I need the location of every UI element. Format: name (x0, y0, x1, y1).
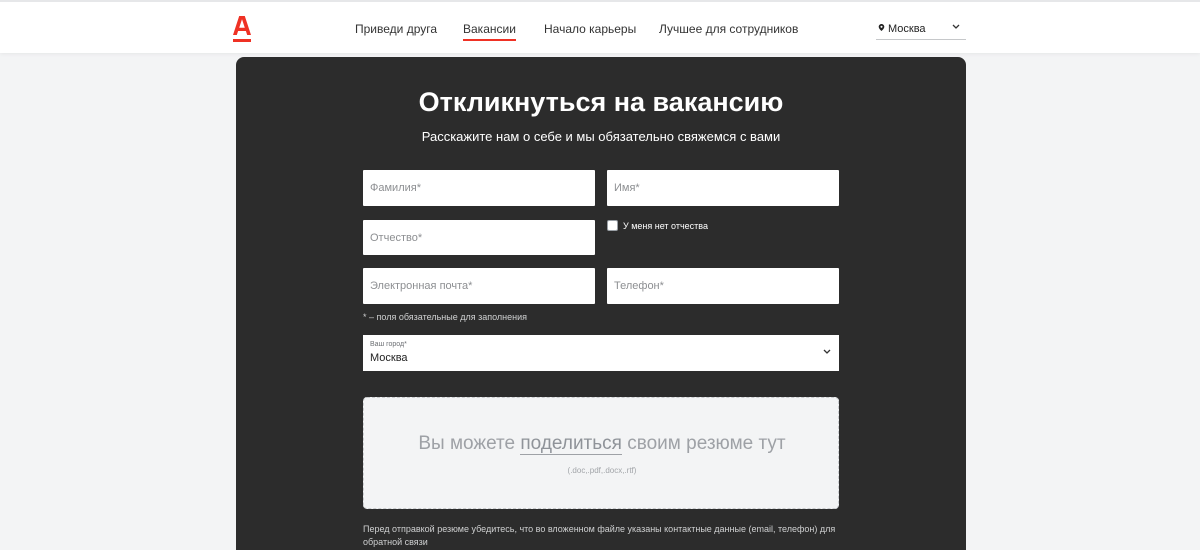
form-title: Откликнуться на вакансию (418, 87, 784, 117)
city-dropdown-caption: Ваш город* (370, 341, 407, 348)
header-city-label: Москва (888, 23, 926, 35)
nav-refer-friend[interactable]: Приведи друга (355, 22, 437, 36)
nav-vacancies[interactable]: Вакансии (463, 22, 516, 41)
middle-name-field[interactable] (363, 220, 595, 255)
resume-dropzone-text: Вы можете поделиться своим резюме тут (364, 433, 840, 455)
checkbox-box[interactable] (607, 220, 618, 231)
email-field[interactable] (363, 268, 595, 304)
resume-share-link[interactable]: поделиться (520, 433, 622, 455)
alfa-logo[interactable] (233, 16, 251, 42)
last-name-field[interactable] (363, 170, 595, 206)
location-pin-icon (878, 24, 885, 31)
nav-best-for-employees[interactable]: Лучшее для сотрудников (659, 22, 798, 36)
resume-formats-hint: (.doc,.pdf,.docx,.rtf) (567, 466, 637, 475)
resume-text-after: своим резюме тут (621, 433, 786, 454)
phone-field[interactable] (607, 268, 839, 304)
resume-dropzone[interactable]: Вы можете поделиться своим резюме тут (.… (363, 397, 839, 509)
city-dropdown[interactable]: Ваш город* Москва (363, 335, 839, 371)
chevron-down-icon (823, 349, 831, 354)
application-form-panel: Откликнуться на вакансию Расскажите нам … (236, 57, 966, 550)
city-dropdown-value: Москва (370, 352, 408, 364)
resume-text-before: Вы можете (418, 433, 521, 454)
header-city-select[interactable]: Москва (876, 16, 966, 40)
form-subtitle: Расскажите нам о себе и мы обязательно с… (421, 129, 781, 144)
resume-contact-note: Перед отправкой резюме убедитесь, что во… (363, 524, 836, 547)
nav-career-start[interactable]: Начало карьеры (544, 22, 636, 36)
first-name-field[interactable] (607, 170, 839, 206)
logo-underline (233, 39, 251, 42)
no-middle-name-label: У меня нет отчества (623, 221, 708, 231)
alfa-logo-icon (233, 16, 251, 35)
chevron-down-icon (952, 24, 960, 29)
site-header: Приведи друга Вакансии Начало карьеры Лу… (0, 0, 1200, 53)
required-fields-note: * – поля обязательные для заполнения (363, 312, 527, 322)
